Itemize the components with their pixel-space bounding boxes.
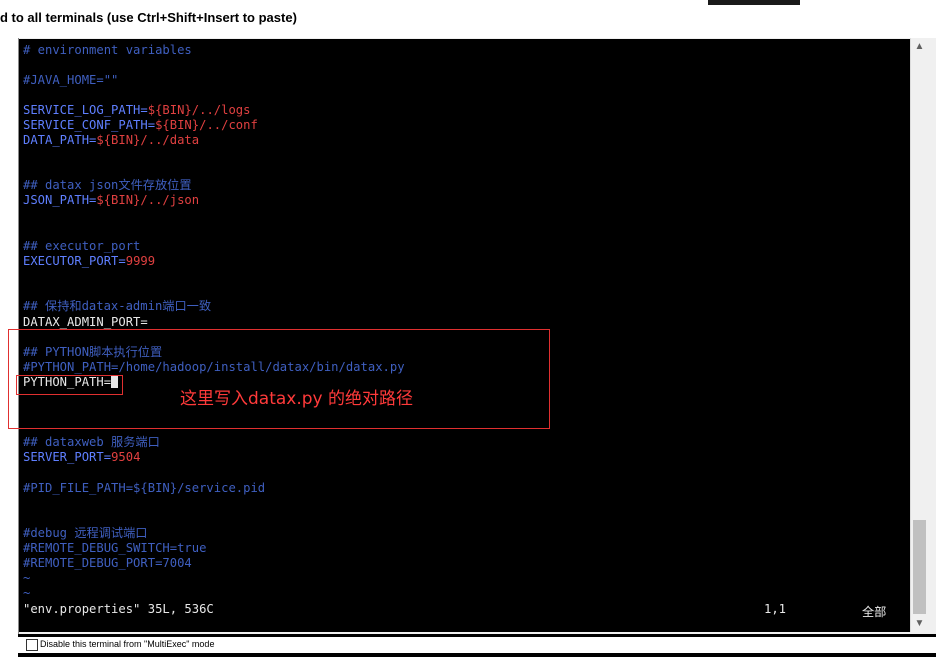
terminal-line: SERVER_PORT=9504 [23, 450, 140, 465]
terminal-line: ## 保持和datax-admin端口一致 [23, 299, 211, 314]
line-key: DATA_PATH= [23, 133, 97, 147]
line-text: ## executor_port [23, 239, 141, 253]
line-text: #REMOTE_DEBUG_SWITCH=true [23, 541, 207, 555]
terminal-line: ## dataxweb 服务端口 [23, 435, 160, 450]
line-value: 9999 [125, 254, 156, 268]
terminal-line: ## executor_port [23, 239, 140, 254]
line-value: 9504 [111, 450, 141, 464]
terminal-line: DATA_PATH=${BIN}/../data [23, 133, 199, 148]
line-value: ${BIN}/../json [96, 193, 200, 207]
terminal-line: #REMOTE_DEBUG_SWITCH=true [23, 541, 206, 556]
window-title: d to all terminals (use Ctrl+Shift+Inser… [0, 10, 297, 25]
footer-bar: Disable this terminal from "MultiExec" m… [18, 634, 936, 657]
line-key: EXECUTOR_PORT= [23, 254, 126, 268]
line-text: # environment variables [23, 43, 192, 57]
line-text: DATAX_ADMIN_PORT= [23, 315, 148, 329]
line-text: ## datax json文件存放位置 [23, 178, 192, 192]
status-file-info: "env.properties" 35L, 536C [23, 602, 214, 616]
scroll-thumb[interactable] [913, 520, 926, 614]
line-text: #debug 远程调试端口 [23, 526, 148, 540]
terminal-line: DATAX_ADMIN_PORT= [23, 315, 148, 330]
terminal-line: SERVICE_LOG_PATH=${BIN}/../logs [23, 103, 250, 118]
tilde-marker: ~ [23, 571, 31, 585]
scroll-up-icon[interactable]: ▲ [911, 38, 928, 55]
title-tab[interactable] [708, 0, 800, 5]
terminal-line: # environment variables [23, 43, 192, 58]
line-key: SERVER_PORT= [23, 450, 112, 464]
terminal-line: ## datax json文件存放位置 [23, 178, 192, 193]
terminal-line: #JAVA_HOME="" [23, 73, 118, 88]
title-bar: d to all terminals (use Ctrl+Shift+Inser… [0, 0, 936, 38]
line-value: ${BIN}/../logs [147, 103, 251, 117]
multiexec-checkbox[interactable] [26, 639, 38, 651]
footer-divider [18, 634, 936, 637]
line-key: SERVICE_LOG_PATH= [23, 103, 148, 117]
line-text: ## 保持和datax-admin端口一致 [23, 299, 212, 313]
terminal-line: #REMOTE_DEBUG_PORT=7004 [23, 556, 192, 571]
line-value: ${BIN}/../conf [155, 118, 258, 132]
highlight-box-small [16, 375, 123, 395]
annotation-text: 这里写入datax.py 的绝对路径 [180, 389, 414, 409]
status-scroll-indicator: 全部 [862, 605, 887, 619]
line-text: ## dataxweb 服务端口 [23, 435, 160, 449]
line-key: SERVICE_CONF_PATH= [23, 118, 156, 132]
terminal-line: #debug 远程调试端口 [23, 526, 148, 541]
line-text: #REMOTE_DEBUG_PORT=7004 [23, 556, 192, 570]
line-key: JSON_PATH= [23, 193, 97, 207]
scroll-down-icon[interactable]: ▼ [911, 615, 928, 632]
terminal-line: EXECUTOR_PORT=9999 [23, 254, 155, 269]
tilde-line: ~ [23, 586, 30, 601]
terminal-line: SERVICE_CONF_PATH=${BIN}/../conf [23, 118, 258, 133]
terminal-line: JSON_PATH=${BIN}/../json [23, 193, 199, 208]
line-text: #JAVA_HOME="" [23, 73, 119, 87]
line-value: ${BIN}/../data [96, 133, 200, 147]
tilde-line: ~ [23, 571, 30, 586]
status-cursor-position: 1,1 [764, 602, 787, 616]
multiexec-label[interactable]: Disable this terminal from "MultiExec" m… [40, 639, 214, 649]
vertical-scrollbar[interactable]: ▲ ▼ [910, 38, 928, 632]
tilde-marker: ~ [23, 586, 31, 600]
line-text: #PID_FILE_PATH=${BIN}/service.pid [23, 481, 266, 495]
terminal-line: #PID_FILE_PATH=${BIN}/service.pid [23, 481, 265, 496]
footer-divider-bottom [18, 653, 936, 657]
